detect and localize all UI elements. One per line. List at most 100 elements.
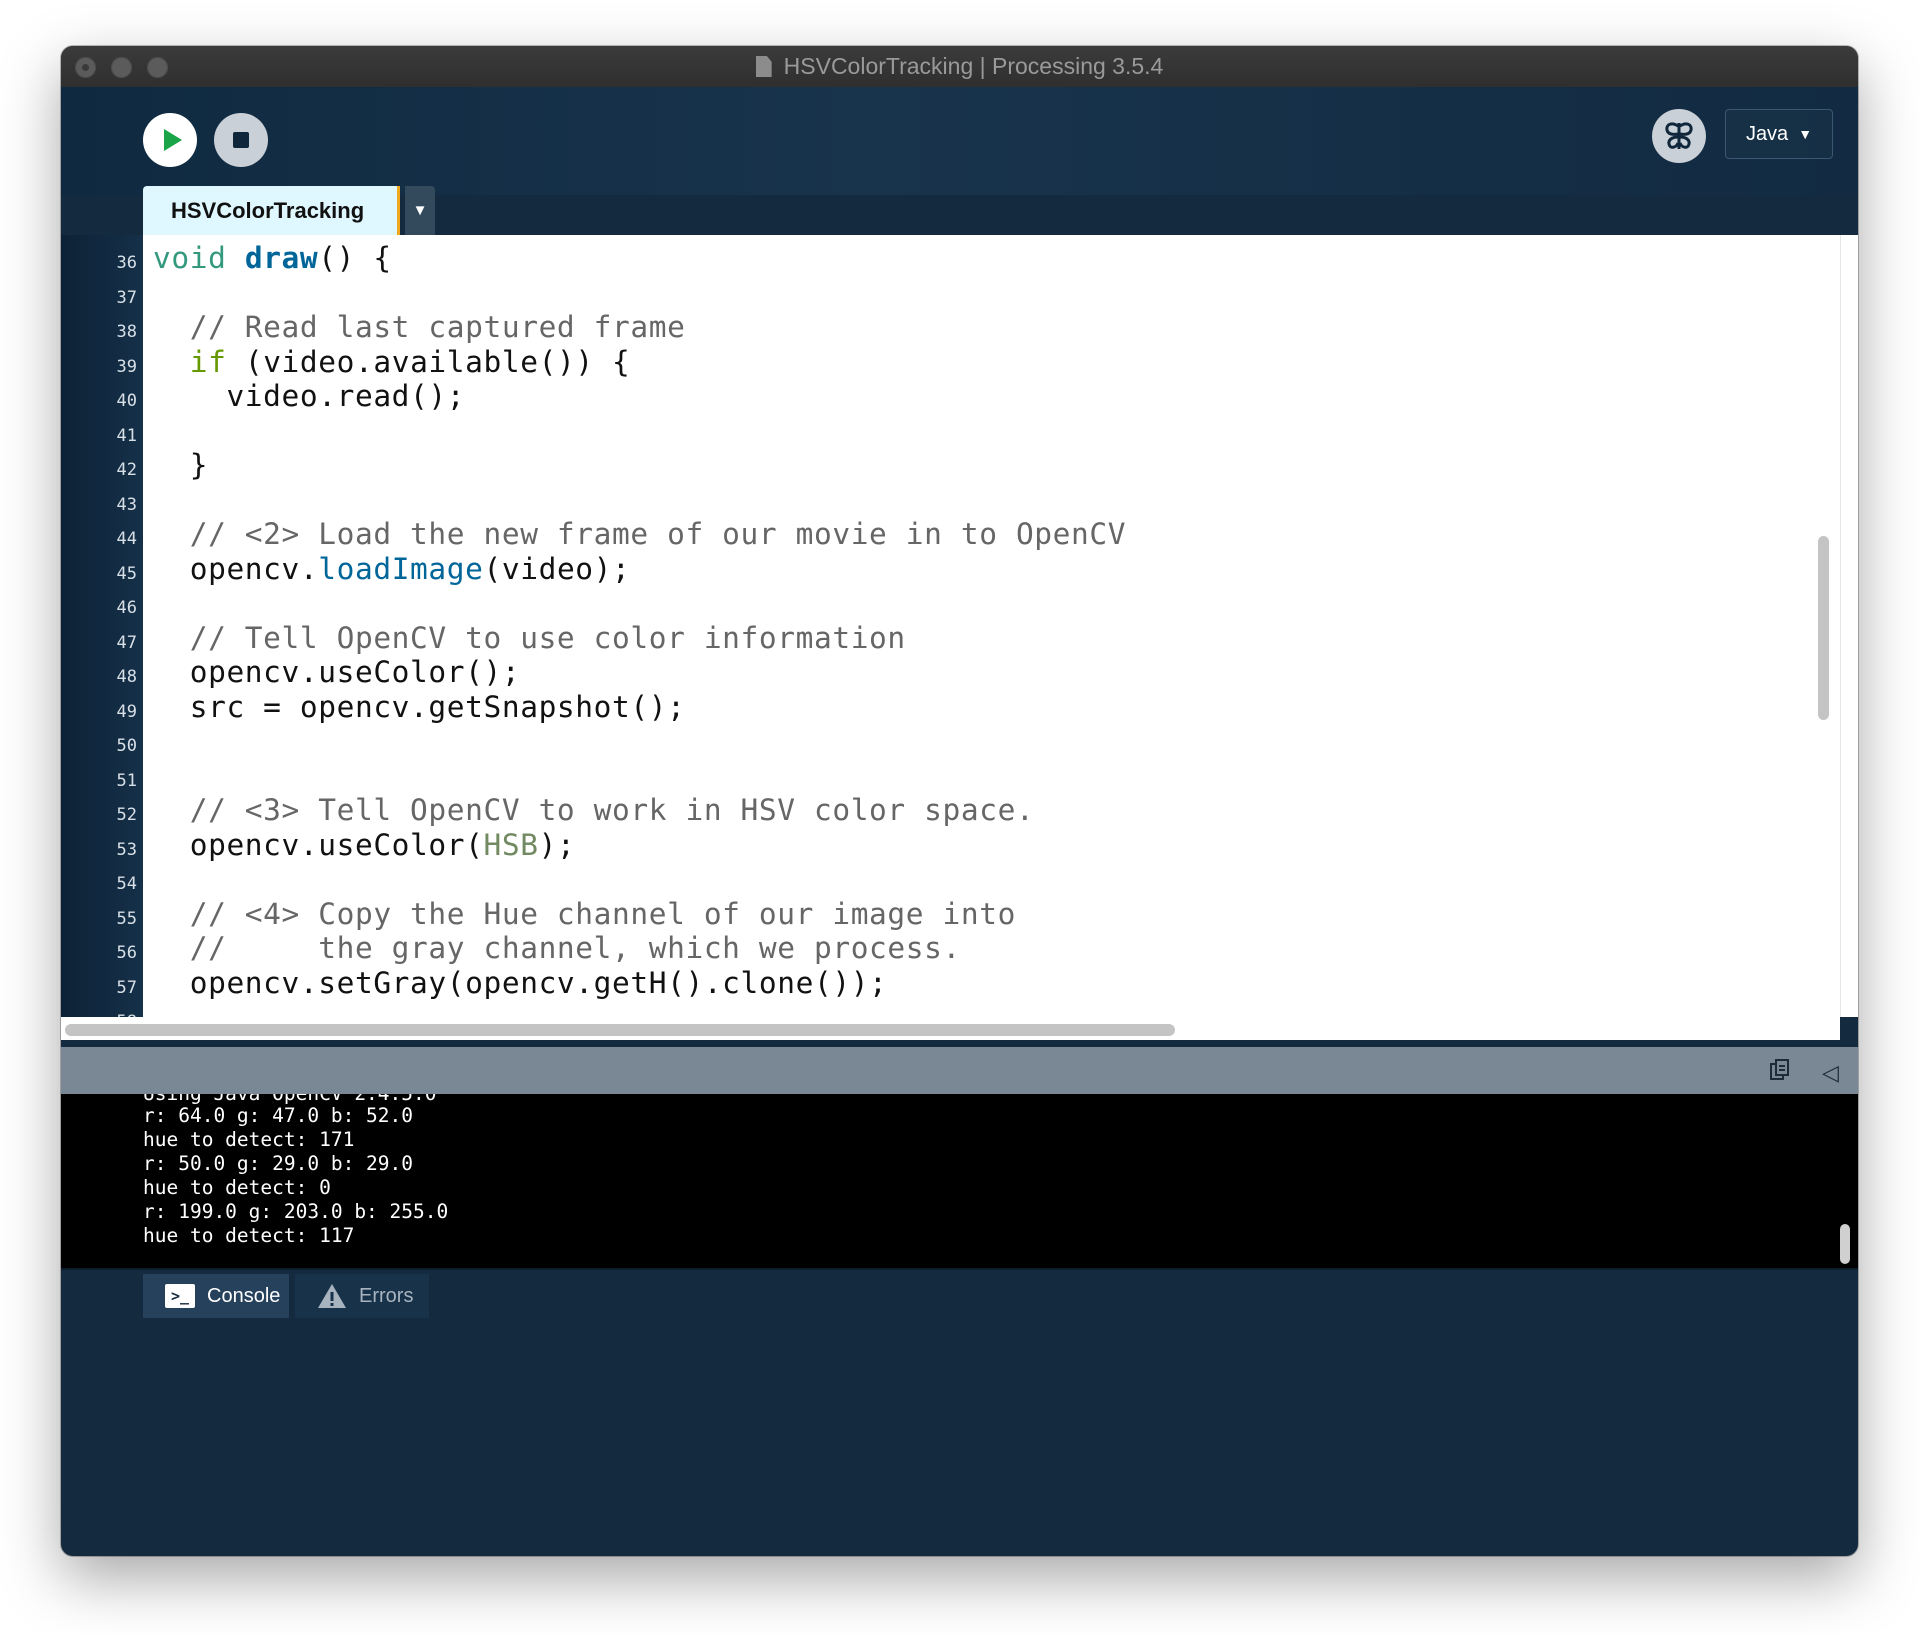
code-token: // <4> Copy the Hue channel of our image…: [153, 896, 1016, 931]
line-number: 51: [116, 770, 137, 791]
tab-errors[interactable]: Errors: [295, 1274, 429, 1318]
line-number: 39: [116, 356, 137, 377]
code-token: if: [189, 344, 227, 379]
mode-selector[interactable]: Java ▼: [1725, 109, 1833, 159]
editor-horizontal-scroll-thumb[interactable]: [65, 1024, 1175, 1036]
code-line: void draw() {: [153, 241, 392, 275]
line-number: 36: [116, 253, 137, 273]
code-line: opencv.loadImage(video);: [153, 552, 630, 586]
code-token: loadImage: [318, 551, 484, 586]
code-token: (video.available()) {: [226, 344, 631, 379]
chevron-down-icon: ▼: [412, 202, 428, 219]
line-number: 40: [116, 391, 137, 411]
tab-console[interactable]: >_ Console: [143, 1274, 289, 1318]
message-area: ◁: [61, 1047, 1858, 1094]
code-token: video.read();: [153, 379, 466, 413]
terminal-icon: >_: [165, 1284, 195, 1308]
line-number: 37: [116, 287, 137, 308]
code-token: (video);: [483, 551, 631, 586]
mode-label: Java: [1745, 122, 1789, 145]
code-line: opencv.useColor();: [153, 655, 520, 689]
code-token: // <2> Load the new frame of our movie i…: [153, 517, 1127, 551]
code-line: opencv.useColor(HSB);: [153, 828, 575, 862]
line-number: 49: [116, 701, 137, 722]
tab-menu-button[interactable]: ▼: [405, 186, 435, 235]
code-line: }: [153, 448, 208, 482]
copy-icon[interactable]: [1769, 1059, 1791, 1081]
stop-button[interactable]: [214, 113, 268, 167]
code-token: // Tell OpenCV to use color information: [153, 620, 906, 655]
play-icon: [164, 129, 182, 151]
console-line: hue to detect: 0: [143, 1176, 331, 1199]
line-number: 44: [116, 529, 137, 549]
tab-hsvcolortracking[interactable]: HSVColorTracking: [143, 186, 400, 235]
code-token: HSB: [483, 827, 539, 862]
console-line: r: 64.0 g: 47.0 b: 52.0: [143, 1104, 414, 1127]
line-number: 56: [116, 943, 137, 963]
code-token: }: [153, 448, 209, 482]
editor-vertical-scrollbar[interactable]: [1840, 235, 1858, 1017]
code-line: opencv.setGray(opencv.getH().clone());: [153, 966, 887, 1000]
line-number: 46: [116, 598, 137, 618]
document-icon: [755, 56, 772, 77]
console-scroll-thumb[interactable]: [1840, 1224, 1850, 1264]
line-number: 54: [116, 874, 137, 894]
code-token: src = opencv.getSnapshot();: [153, 689, 686, 724]
toolbar: [61, 87, 1858, 195]
title-bar: HSVColorTracking | Processing 3.5.4: [61, 46, 1858, 88]
code-token: // the gray channel, which we process.: [153, 931, 961, 965]
window-title: HSVColorTracking | Processing 3.5.4: [783, 53, 1164, 79]
collapse-arrow-icon[interactable]: ◁: [1822, 1060, 1839, 1086]
line-number: 38: [116, 322, 137, 342]
console-tab-label: Console: [207, 1284, 281, 1307]
code-line: if (video.available()) {: [153, 345, 630, 379]
console-output: Using Java OpenCV 2.4.5.0 r: 64.0 g: 47.…: [61, 1094, 1838, 1268]
line-number: 53: [116, 839, 137, 860]
editor-vertical-scroll-thumb[interactable]: [1818, 536, 1829, 720]
console-line: hue to detect: 117: [143, 1224, 355, 1247]
window-title-group: HSVColorTracking | Processing 3.5.4: [61, 46, 1858, 87]
code-token: );: [538, 827, 576, 862]
console-line: r: 199.0 g: 203.0 b: 255.0: [143, 1200, 449, 1223]
tab-label: HSVColorTracking: [171, 197, 365, 223]
code-line: // <2> Load the new frame of our movie i…: [153, 517, 1126, 551]
code-line: // <4> Copy the Hue channel of our image…: [153, 897, 1016, 931]
code-line: // Read last captured frame: [153, 310, 685, 344]
processing-window: HSVColorTracking | Processing 3.5.4 Java…: [61, 46, 1858, 1556]
code-token: opencv.setGray(opencv.getH().clone());: [153, 965, 888, 1000]
code-line: // the gray channel, which we process.: [153, 931, 961, 965]
chevron-down-icon: ▼: [1798, 126, 1813, 142]
stop-icon: [233, 132, 249, 148]
code-line: // <3> Tell OpenCV to work in HSV color …: [153, 793, 1034, 827]
line-number: 41: [116, 425, 137, 446]
code-token: opencv.useColor();: [153, 655, 521, 689]
console-line: hue to detect: 171: [143, 1128, 355, 1151]
line-number-gutter: 36 37 38 39 40 41 42 43 44 45 46 47 48 49 50 51 52 53 54 55…: [61, 235, 143, 1032]
code-token: opencv.: [153, 551, 319, 586]
code-token: // <3> Tell OpenCV to work in HSV color …: [153, 793, 1035, 827]
debugger-button[interactable]: [1652, 109, 1706, 163]
warning-icon: [318, 1284, 346, 1308]
debugger-butterfly-icon: [1665, 122, 1693, 149]
code-token: opencv.useColor(: [153, 827, 484, 862]
code-line: video.read();: [153, 379, 465, 413]
code-editor[interactable]: void draw() { // Read last captured fram…: [143, 235, 1840, 1017]
line-number: 43: [116, 494, 137, 515]
line-number: 48: [116, 667, 137, 687]
line-number: 50: [116, 736, 137, 756]
run-button[interactable]: [143, 113, 197, 167]
line-number: 52: [116, 805, 137, 825]
code-token: void: [153, 241, 227, 275]
console-line: r: 50.0 g: 29.0 b: 29.0: [143, 1152, 414, 1175]
line-number: 55: [116, 908, 137, 929]
code-token: () {: [318, 241, 392, 275]
footer-bar: >_ Console Errors: [61, 1268, 1858, 1320]
code-token: // Read last captured frame: [153, 310, 686, 344]
line-number: 45: [116, 563, 137, 584]
code-line: // Tell OpenCV to use color information: [153, 621, 906, 655]
code-token: draw: [244, 241, 319, 275]
editor-horizontal-scrollbar[interactable]: [61, 1017, 1840, 1040]
errors-tab-label: Errors: [359, 1284, 414, 1307]
